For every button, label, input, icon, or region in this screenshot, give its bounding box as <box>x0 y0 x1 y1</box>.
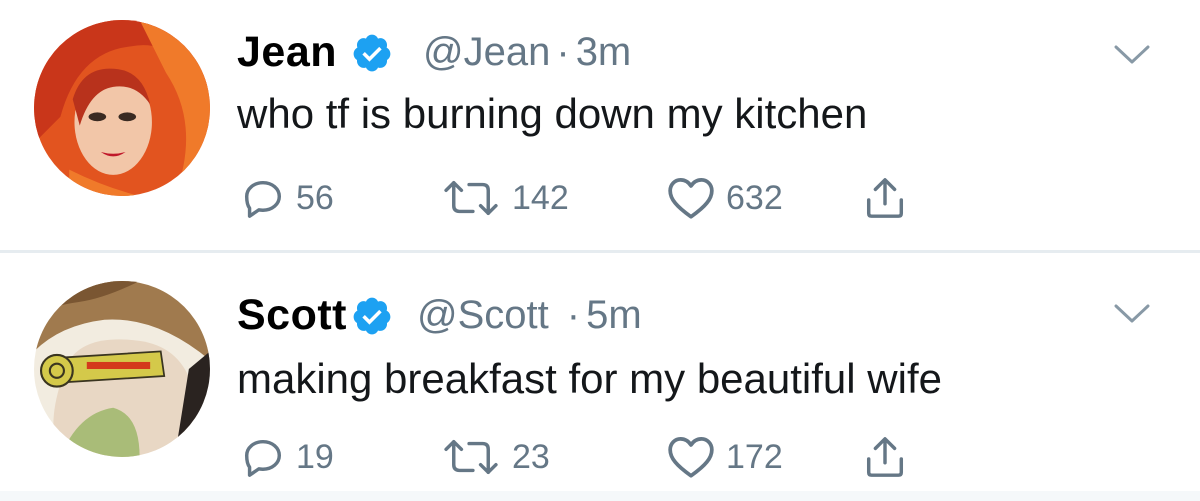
share-icon <box>866 437 904 477</box>
handle[interactable]: @Jean <box>423 30 550 75</box>
reply-count: 56 <box>296 178 334 217</box>
reply-icon <box>244 180 282 218</box>
avatar-image <box>34 20 210 196</box>
tweet-header: Scott @Scott · 5m <box>237 291 642 340</box>
like-icon <box>668 178 714 219</box>
tweet-header: Jean @Jean · 3m <box>237 28 631 77</box>
like-icon <box>668 437 714 478</box>
like-button[interactable]: 172 <box>666 434 862 480</box>
share-button[interactable] <box>862 174 908 222</box>
reply-button[interactable]: 19 <box>240 434 440 480</box>
tweet[interactable]: Scott @Scott · 5m making breakfast for m… <box>0 253 1200 501</box>
timestamp[interactable]: 3m <box>576 30 632 75</box>
retweet-count: 23 <box>512 437 550 476</box>
handle[interactable]: @Scott <box>417 293 549 338</box>
like-count: 172 <box>726 437 783 476</box>
bottom-divider <box>0 491 1200 501</box>
verified-badge-icon <box>353 34 391 71</box>
reply-count: 19 <box>296 437 334 476</box>
retweet-count: 142 <box>512 178 569 217</box>
tweet[interactable]: Jean @Jean · 3m who tf is burning down m… <box>0 0 1200 250</box>
tweet-text: making breakfast for my beautiful wife <box>237 355 942 402</box>
share-icon <box>866 178 904 218</box>
retweet-icon <box>444 439 498 475</box>
tweet-text: who tf is burning down my kitchen <box>237 90 868 137</box>
chevron-down-icon[interactable] <box>1114 45 1150 65</box>
timestamp[interactable]: 5m <box>586 293 642 338</box>
like-count: 632 <box>726 178 783 217</box>
avatar[interactable] <box>34 281 210 457</box>
retweet-button[interactable]: 23 <box>440 434 666 480</box>
display-name[interactable]: Jean <box>237 28 337 77</box>
retweet-icon <box>444 180 498 216</box>
verified-badge-icon <box>353 297 391 334</box>
display-name[interactable]: Scott <box>237 291 347 340</box>
separator-dot: · <box>556 30 570 74</box>
reply-icon <box>244 439 282 477</box>
avatar-image <box>34 281 210 457</box>
chevron-down-icon[interactable] <box>1114 304 1150 324</box>
retweet-button[interactable]: 142 <box>440 175 666 221</box>
share-button[interactable] <box>862 433 908 481</box>
avatar[interactable] <box>34 20 210 196</box>
tweet-actions: 56 142 632 <box>240 174 908 222</box>
separator-dot: · <box>566 293 581 337</box>
reply-button[interactable]: 56 <box>240 175 440 221</box>
tweet-actions: 19 23 172 <box>240 433 908 481</box>
like-button[interactable]: 632 <box>666 175 862 221</box>
